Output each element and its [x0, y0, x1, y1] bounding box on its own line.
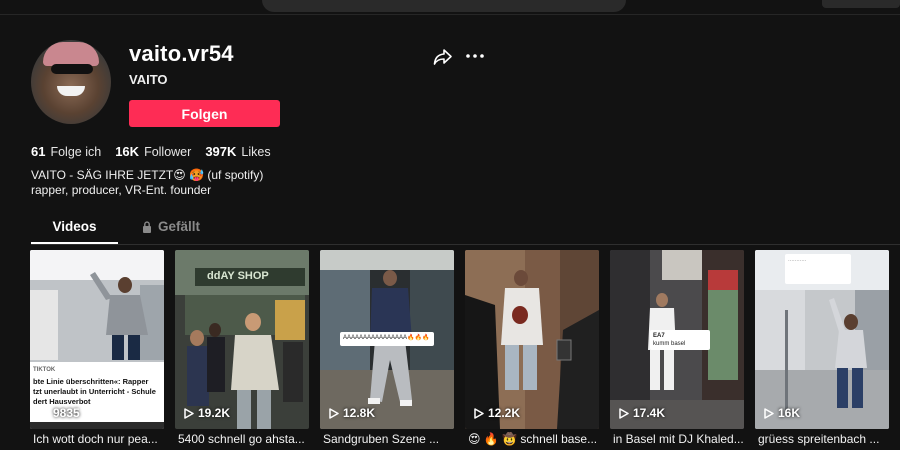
stat-followers[interactable]: 16K Follower — [115, 144, 191, 159]
profile-tabs: Videos Gefällt — [31, 212, 900, 245]
stat-label: Follower — [144, 145, 192, 159]
avatar-glasses — [51, 64, 93, 74]
play-icon — [329, 407, 339, 419]
view-count: 19.2K — [184, 406, 230, 420]
tab-liked[interactable]: Gefällt — [142, 212, 200, 242]
view-count-value: 12.8K — [343, 406, 376, 420]
shop-sign: ddAY SHOP — [207, 270, 269, 282]
stat-value: 397K — [205, 144, 237, 159]
play-icon — [619, 407, 629, 419]
view-count-value: 17.4K — [633, 406, 666, 420]
profile-stats: 61 Folge ich 16K Follower 397K Likes — [31, 144, 271, 159]
view-count: 17.4K — [619, 406, 665, 420]
play-icon — [474, 407, 484, 419]
video-caption[interactable]: Sandgruben Szene ... — [323, 432, 457, 446]
follow-button[interactable]: Folgen — [129, 100, 280, 127]
lock-icon — [143, 221, 151, 233]
stat-likes: 397K Likes — [205, 144, 270, 159]
video-caption[interactable]: Ich wott doch nur pea... — [33, 432, 167, 446]
video-caption[interactable]: 5400 schnell go ahsta... — [178, 432, 312, 446]
bio-line: VAITO - SÄG IHRE JETZT😍 🥵 (uf spotify) — [31, 168, 264, 182]
comment-sticker-content: AAAAAAAAAAAAAAAA🔥🔥🔥 — [343, 335, 430, 341]
news-source-label: TIKTOK — [30, 364, 59, 376]
video-card[interactable]: TIKTOK bte Linie überschritten«: Rapper … — [30, 250, 164, 429]
comment-sticker: EA7 kumm basel — [650, 330, 710, 350]
profile-bio: VAITO - SÄG IHRE JETZT😍 🥵 (uf spotify) r… — [31, 168, 263, 198]
profile-username: vaito.vr54 — [129, 41, 234, 66]
view-count: 16K — [764, 406, 800, 420]
avatar-cap — [43, 42, 99, 66]
more-icon[interactable] — [465, 49, 485, 63]
view-count: 12.2K — [474, 406, 520, 420]
video-caption[interactable]: grüess spreitenbach ... — [758, 432, 892, 446]
search-bar[interactable] — [262, 0, 626, 12]
avatar-smile — [57, 86, 85, 96]
video-thumbnail — [465, 250, 599, 429]
video-card[interactable]: AAAAAAAAAAAAAAAA🔥🔥🔥 12.8K — [320, 250, 454, 429]
view-count-value: 16K — [778, 406, 801, 420]
view-count-value: 19.2K — [198, 406, 231, 420]
comment-sticker: AAAAAAAAAAAAAAAA🔥🔥🔥 — [340, 332, 434, 346]
video-card[interactable]: ........... 16K — [755, 250, 889, 429]
stat-value: 16K — [115, 144, 140, 159]
comment-sticker: ........... — [785, 254, 851, 284]
avatar[interactable] — [31, 40, 111, 124]
video-card[interactable]: EA7 kumm basel 17.4K — [610, 250, 744, 429]
play-icon — [184, 407, 194, 419]
stat-following[interactable]: 61 Folge ich — [31, 144, 101, 159]
profile-nickname: VAITO — [129, 72, 168, 87]
video-card[interactable]: 12.2K — [465, 250, 599, 429]
play-icon — [39, 407, 49, 419]
view-count-value: 9835 — [53, 406, 80, 420]
comment-sticker-blurred-text: ........... — [788, 257, 807, 263]
upload-button[interactable] — [822, 0, 900, 8]
video-card[interactable]: ddAY SHOP 19.2K — [175, 250, 309, 429]
play-icon — [764, 407, 774, 419]
bio-line: rapper, producer, VR-Ent. founder — [31, 183, 212, 197]
stat-label: Likes — [241, 145, 271, 159]
video-caption[interactable]: 😍 🔥 🤠 schnell base... — [468, 432, 602, 446]
view-count: 12.8K — [329, 406, 375, 420]
tab-videos[interactable]: Videos — [31, 212, 118, 244]
stat-label: Folge ich — [50, 145, 102, 159]
video-caption[interactable]: in Basel mit DJ Khaled... — [613, 432, 747, 446]
view-count-value: 12.2K — [488, 406, 521, 420]
view-count: 9835 — [39, 406, 80, 420]
comment-sticker-text: kumm basel — [653, 341, 686, 347]
stat-value: 61 — [31, 144, 46, 159]
tab-liked-label: Gefällt — [158, 219, 201, 234]
top-navigation-bar — [0, 0, 900, 15]
comment-sticker-name: EA7 — [653, 333, 665, 339]
share-icon[interactable] — [433, 48, 453, 66]
